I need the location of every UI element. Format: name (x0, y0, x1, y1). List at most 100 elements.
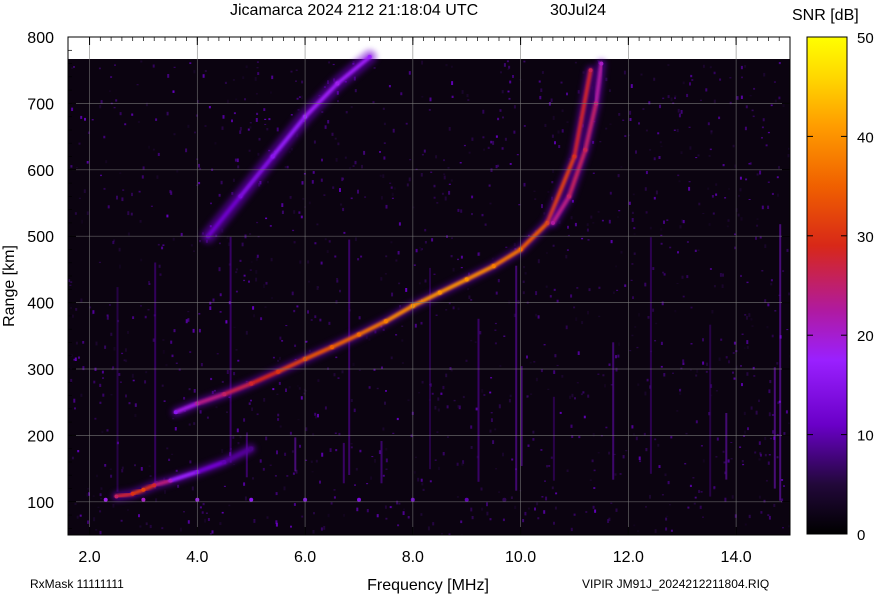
noise-speckle (243, 279, 246, 282)
noise-speckle (544, 480, 546, 482)
noise-speckle (526, 395, 529, 398)
noise-speckle (624, 284, 627, 287)
noise-speckle (277, 359, 280, 362)
noise-speckle (281, 210, 284, 214)
noise-speckle (249, 126, 252, 129)
noise-speckle (73, 66, 75, 68)
interference-stripe (649, 237, 652, 474)
noise-speckle (551, 486, 554, 490)
noise-speckle (132, 379, 135, 382)
noise-speckle (315, 459, 318, 463)
noise-speckle (207, 518, 210, 521)
noise-speckle (173, 329, 176, 333)
noise-speckle (783, 432, 786, 436)
noise-speckle (592, 140, 595, 144)
noise-speckle (545, 252, 548, 254)
noise-speckle (126, 509, 129, 511)
noise-speckle (80, 393, 83, 397)
trace-e-layer-trace-point (168, 478, 173, 483)
noise-speckle (190, 244, 193, 247)
noise-speckle (500, 71, 502, 74)
noise-speckle (245, 330, 248, 335)
noise-speckle (421, 95, 424, 98)
noise-speckle (313, 512, 315, 515)
noise-speckle (667, 64, 670, 66)
noise-speckle (71, 314, 74, 318)
noise-speckle (713, 285, 716, 288)
colorbar-tick-label: 50 (857, 30, 874, 47)
noise-speckle (418, 282, 421, 285)
noise-speckle (778, 96, 781, 100)
noise-speckle (445, 309, 448, 311)
noise-speckle (713, 71, 716, 75)
noise-speckle (333, 489, 336, 491)
noise-speckle (750, 318, 753, 321)
noise-speckle (437, 408, 440, 412)
noise-speckle (332, 63, 335, 66)
noise-speckle (778, 62, 781, 65)
noise-speckle (158, 264, 161, 268)
noise-speckle (463, 144, 466, 147)
noise-speckle (778, 166, 780, 169)
noise-speckle (698, 202, 701, 206)
noise-speckle (494, 329, 497, 331)
noise-speckle (461, 90, 464, 94)
noise-speckle (78, 356, 80, 359)
noise-speckle (581, 321, 584, 325)
noise-speckle (430, 171, 433, 173)
noise-speckle (724, 497, 727, 502)
noise-speckle (106, 316, 109, 320)
noise-speckle (609, 123, 612, 126)
noise-speckle (622, 119, 625, 121)
noise-speckle (776, 362, 779, 365)
noise-speckle (695, 374, 698, 377)
noise-speckle (249, 122, 252, 124)
noise-speckle (723, 461, 726, 464)
noise-speckle (592, 433, 595, 437)
noise-speckle (518, 204, 521, 206)
noise-speckle (249, 269, 252, 271)
noise-speckle (587, 239, 590, 241)
noise-speckle (99, 104, 102, 109)
noise-speckle (570, 294, 573, 298)
noise-speckle (331, 132, 334, 136)
noise-speckle (209, 301, 212, 305)
noise-speckle (534, 507, 536, 511)
noise-speckle (173, 133, 176, 136)
noise-speckle (711, 310, 714, 314)
noise-speckle (248, 402, 251, 405)
noise-speckle (443, 175, 446, 180)
noise-speckle (758, 458, 761, 461)
noise-speckle (709, 148, 712, 151)
noise-speckle (350, 446, 353, 449)
noise-speckle (174, 427, 177, 431)
trace-f-layer-trace-point (437, 290, 442, 295)
noise-speckle (566, 121, 569, 123)
noise-speckle (670, 97, 673, 102)
noise-speckle (187, 124, 190, 128)
noise-speckle (435, 314, 438, 316)
y-tick-label: 600 (27, 163, 54, 180)
noise-speckle (144, 315, 147, 319)
noise-speckle (620, 250, 623, 254)
noise-speckle (114, 64, 116, 66)
noise-speckle (235, 98, 238, 100)
noise-speckle (549, 295, 552, 298)
noise-speckle (448, 183, 451, 185)
noise-speckle (674, 97, 676, 100)
noise-speckle (75, 166, 78, 169)
noise-speckle (707, 187, 710, 190)
noise-speckle (457, 405, 460, 408)
noise-speckle (682, 220, 685, 224)
noise-speckle (198, 313, 201, 315)
noise-speckle (429, 97, 432, 102)
y-tick-label: 700 (27, 96, 54, 113)
noise-speckle (193, 70, 196, 74)
noise-speckle (746, 345, 749, 349)
noise-speckle (385, 468, 388, 470)
noise-speckle (194, 131, 196, 134)
noise-speckle (177, 484, 180, 488)
noise-speckle (608, 451, 611, 455)
noise-speckle (382, 474, 385, 477)
noise-speckle (70, 306, 73, 309)
